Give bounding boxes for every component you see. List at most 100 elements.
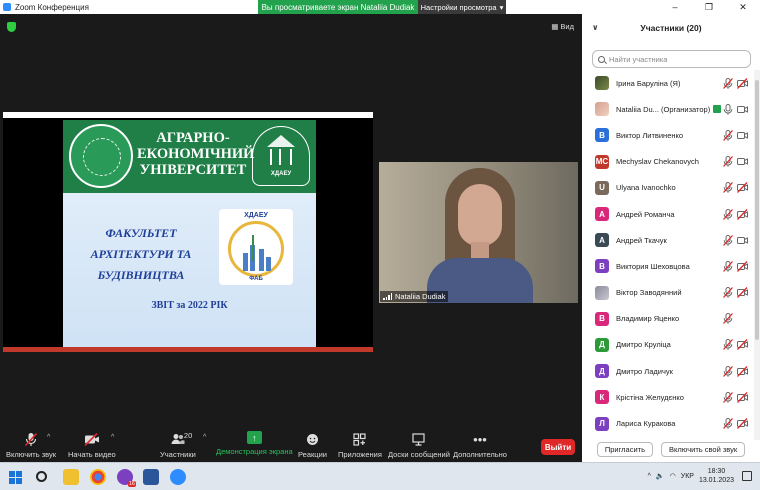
participant-row[interactable]: Л Лариса Куракова	[582, 410, 754, 436]
taskbar-search-icon[interactable]	[36, 471, 47, 482]
scrollbar-thumb[interactable]	[755, 80, 759, 340]
camera-off-icon[interactable]	[737, 260, 748, 272]
camera-off-icon[interactable]	[737, 77, 748, 89]
camera-off-icon[interactable]	[737, 208, 748, 220]
video-options-chevron-icon[interactable]: ^	[111, 434, 114, 441]
participant-row[interactable]: В Виктория Шеховцова	[582, 253, 754, 279]
muted-mic-icon[interactable]	[723, 339, 733, 351]
camera-off-icon[interactable]	[737, 418, 748, 429]
mic-icon[interactable]	[723, 103, 733, 115]
muted-mic-icon[interactable]	[723, 234, 733, 246]
logo-abbreviation: ХДАЕУ	[270, 171, 292, 177]
presentation-slide: АГРАРНО-ЕКОНОМІЧНИЙ УНІВЕРСИТЕТ ХДАЕУ ФА…	[63, 120, 316, 348]
wifi-icon[interactable]: ◠	[670, 472, 676, 480]
clock[interactable]: 18:30 13.01.2023	[699, 467, 734, 485]
participants-button[interactable]: 20 Участники	[160, 431, 196, 459]
file-explorer-icon[interactable]	[63, 469, 79, 485]
participant-name: Nataliia Du... (Организатор)	[616, 104, 722, 114]
camera-off-icon[interactable]	[737, 182, 748, 194]
language-indicator[interactable]: УКР	[681, 473, 694, 480]
apps-button[interactable]: Приложения	[338, 431, 382, 459]
reactions-button[interactable]: Реакции	[298, 431, 327, 459]
muted-mic-icon[interactable]	[723, 208, 733, 220]
share-screen-label: Демонстрация экрана	[216, 447, 293, 456]
participant-row[interactable]: Ірина Барулiна (Я)	[582, 70, 754, 96]
share-screen-button[interactable]: ↑ Демонстрация экрана	[216, 431, 293, 456]
participant-row[interactable]: А Андрей Ткачук	[582, 227, 754, 253]
notifications-icon[interactable]	[742, 471, 752, 481]
camera-off-icon[interactable]	[737, 287, 748, 299]
participant-name: Mechyslav Chekanovych	[616, 157, 699, 166]
chevron-down-icon: ▾	[499, 2, 504, 12]
participant-row[interactable]: Д Дмитро Ладичук	[582, 358, 754, 384]
whiteboards-button[interactable]: Доски сообщений	[388, 431, 450, 459]
volume-icon[interactable]: 🔈	[656, 472, 665, 480]
muted-mic-icon[interactable]	[723, 77, 733, 89]
participant-row[interactable]: MC Mechyslav Chekanovych	[582, 149, 754, 175]
more-button[interactable]: ••• Дополнительно	[453, 431, 507, 460]
minimize-button[interactable]: –	[658, 0, 692, 14]
view-options-button[interactable]: Настройки просмотра ▾	[418, 0, 506, 14]
camera-icon[interactable]	[737, 130, 748, 141]
share-screen-icon: ↑	[246, 431, 262, 444]
invite-button[interactable]: Пригласить	[596, 441, 654, 457]
camera-icon[interactable]	[737, 156, 748, 167]
unmute-label: Включить звук	[6, 450, 57, 459]
view-button[interactable]: ▦ Вид	[551, 22, 574, 31]
muted-mic-icon[interactable]	[723, 418, 733, 429]
faculty-logo-label: ФАБ	[249, 276, 263, 282]
leave-meeting-button[interactable]: Выйти	[541, 439, 575, 455]
participant-row[interactable]: В Виктор Литвиненко	[582, 122, 754, 148]
participant-row[interactable]: К Крістіна Желудєнко	[582, 384, 754, 410]
unmute-self-button[interactable]: Включить свой звук	[661, 441, 746, 457]
camera-icon[interactable]	[737, 235, 748, 246]
camera-off-icon[interactable]	[737, 339, 748, 351]
chrome-icon[interactable]	[90, 469, 106, 485]
viber-badge: 16	[127, 481, 136, 487]
participant-name-text: Nataliia Du... (Организатор)	[616, 104, 711, 114]
participant-row[interactable]: Nataliia Du... (Организатор)	[582, 96, 754, 122]
muted-mic-icon[interactable]	[723, 182, 733, 194]
close-button[interactable]: ✕	[726, 0, 760, 14]
video-tile[interactable]: Nataliia Dudiak	[379, 162, 578, 303]
participant-name: Віктор Заводянний	[616, 288, 682, 297]
presentation-title-bar	[3, 112, 373, 118]
security-shield-icon[interactable]	[7, 22, 16, 32]
participants-options-chevron-icon[interactable]: ^	[203, 434, 206, 441]
start-video-button[interactable]: Начать видео	[68, 431, 116, 459]
muted-mic-icon[interactable]	[723, 287, 733, 299]
participant-row[interactable]: А Андрей Романча	[582, 201, 754, 227]
participant-name: Андрей Ткачук	[616, 236, 667, 245]
camera-off-icon[interactable]	[737, 365, 748, 377]
muted-mic-icon[interactable]	[723, 313, 733, 325]
participants-scrollbar[interactable]	[754, 70, 760, 440]
muted-mic-icon[interactable]	[723, 260, 733, 272]
audio-options-chevron-icon[interactable]: ^	[47, 434, 50, 441]
muted-mic-icon[interactable]	[723, 391, 733, 403]
windows-taskbar: 16 ^ 🔈 ◠ УКР 18:30 13.01.2023	[0, 462, 760, 490]
muted-mic-icon[interactable]	[723, 129, 733, 141]
building-bar	[243, 253, 248, 271]
participant-row[interactable]: Д Дмитро Круліца	[582, 332, 754, 358]
participant-row[interactable]: U Ulyana Ivanochko	[582, 175, 754, 201]
word-icon[interactable]	[143, 469, 159, 485]
muted-mic-icon[interactable]	[723, 156, 733, 168]
camera-icon[interactable]	[737, 104, 748, 115]
participant-row[interactable]: Віктор Заводянний	[582, 280, 754, 306]
maximize-button[interactable]: ❐	[692, 0, 726, 14]
viber-icon[interactable]: 16	[117, 469, 136, 487]
more-dots-icon: •••	[473, 431, 487, 447]
participant-row[interactable]: В Владимир Яценко	[582, 306, 754, 332]
chevron-up-icon[interactable]: ^	[648, 473, 651, 480]
muted-mic-icon[interactable]	[723, 365, 733, 377]
zoom-taskbar-icon[interactable]	[170, 469, 186, 485]
participant-avatar: U	[595, 180, 609, 195]
camera-off-icon[interactable]	[737, 391, 748, 403]
participant-avatar	[595, 285, 609, 300]
windows-start-icon[interactable]	[7, 469, 23, 485]
collapse-chevron-icon[interactable]: ∨	[592, 23, 599, 32]
more-label: Дополнительно	[453, 450, 507, 459]
participant-search-input[interactable]: Найти участника	[592, 50, 751, 68]
slide-header: АГРАРНО-ЕКОНОМІЧНИЙ УНІВЕРСИТЕТ ХДАЕУ	[63, 120, 316, 193]
participant-name-text: Лариса Куракова	[616, 419, 676, 429]
